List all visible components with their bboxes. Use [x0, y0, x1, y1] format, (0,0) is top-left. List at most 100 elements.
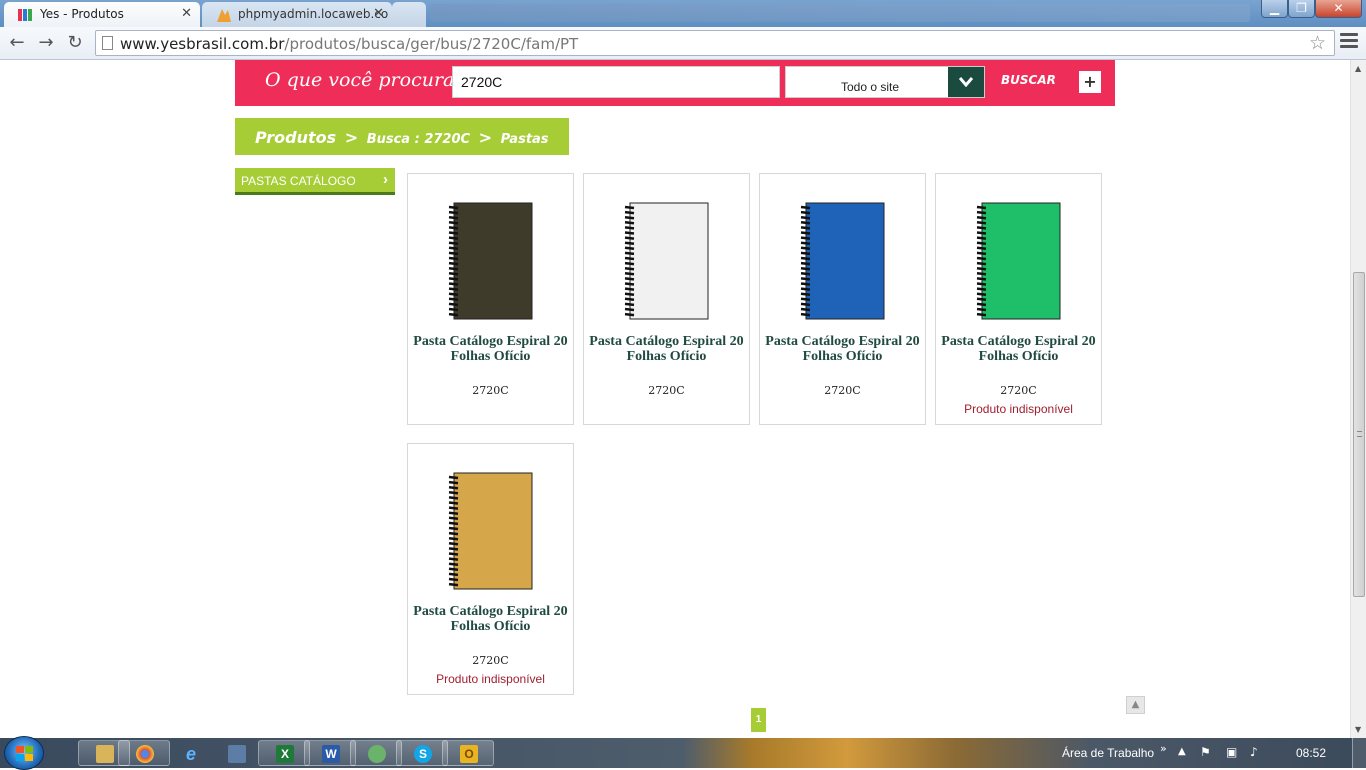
product-card[interactable]: Pasta Catálogo Espiral 20 Folhas Ofício … [935, 173, 1102, 425]
tab-phpmyadmin[interactable]: phpmyadmin.locaweb.co ✕ [202, 2, 392, 27]
spiral-ring [800, 210, 811, 215]
taskbar-ie-button[interactable]: e [164, 740, 216, 766]
address-bar[interactable]: www.yesbrasil.com.br/produtos/busca/ger/… [95, 30, 1335, 56]
product-name[interactable]: Pasta Catálogo Espiral 20 Folhas Ofício [412, 334, 569, 364]
chevron-double-right-icon[interactable]: » [1160, 742, 1167, 755]
url-text[interactable]: www.yesbrasil.com.br/produtos/busca/ger/… [120, 35, 578, 53]
sidebar-item-label: PASTAS CATÁLOGO [241, 174, 356, 188]
spiral-ring [800, 215, 811, 220]
back-arrow-icon[interactable]: ← [5, 31, 29, 55]
network-tray-icon[interactable]: ▣ [1226, 746, 1240, 759]
spiral-ring [800, 297, 811, 302]
show-hidden-icons-icon[interactable]: ▲ [1178, 746, 1186, 757]
spiral-ring [976, 251, 987, 256]
product-card[interactable]: Pasta Catálogo Espiral 20 Folhas Ofício … [583, 173, 750, 425]
product-image[interactable] [622, 201, 712, 321]
close-tab-icon[interactable]: ✕ [181, 6, 192, 21]
spiral-ring [624, 292, 635, 296]
breadcrumb-separator: > [344, 128, 359, 147]
taskbar-chrome-button[interactable] [118, 740, 170, 766]
breadcrumb-search[interactable]: Busca : 2720C [367, 132, 470, 147]
pagination-page-1[interactable]: 1 [751, 708, 766, 732]
spiral-ring [976, 292, 987, 296]
spiral-ring [448, 531, 459, 536]
plus-button[interactable]: + [1079, 71, 1101, 93]
spiral-ring [800, 272, 811, 276]
chevron-right-icon: › [383, 171, 388, 188]
spiral-ring [448, 236, 459, 240]
product-image[interactable] [974, 201, 1064, 321]
spiral-ring [976, 266, 987, 271]
bookmark-star-icon[interactable]: ☆ [1309, 32, 1326, 54]
product-card[interactable]: Pasta Catálogo Espiral 20 Folhas Ofício … [407, 443, 574, 695]
reload-icon[interactable]: ↻ [63, 31, 87, 55]
taskbar-skype-button[interactable]: S [396, 740, 448, 766]
scroll-down-arrow-icon[interactable]: ▼ [1355, 725, 1361, 734]
action-center-flag-icon[interactable]: ⚑ [1200, 746, 1214, 759]
spiral-ring [448, 302, 459, 307]
spiral-ring [448, 287, 459, 291]
spiral-ring [800, 231, 811, 235]
chrome-icon [136, 745, 154, 763]
spiral-ring [976, 277, 987, 281]
desktop-toolbar-label[interactable]: Área de Trabalho [1062, 746, 1154, 760]
taskbar-excel-button[interactable]: X [258, 740, 310, 766]
window-maximize-button[interactable]: ❐ [1288, 0, 1315, 18]
clock[interactable]: 08:52 [1296, 746, 1326, 760]
spiral-ring [976, 272, 987, 276]
product-card[interactable]: Pasta Catálogo Espiral 20 Folhas Ofício … [759, 173, 926, 425]
spiral-ring [448, 272, 459, 276]
sidebar-item-pastas-catalogo[interactable]: PASTAS CATÁLOGO › [235, 168, 395, 195]
taskbar-word-button[interactable]: W [304, 740, 356, 766]
chevron-down-icon[interactable] [948, 67, 984, 97]
spiral-ring [624, 272, 635, 276]
vertical-scrollbar[interactable]: ▲ ▼ [1350, 60, 1366, 738]
spiral-ring [624, 251, 635, 256]
spiral-ring [448, 256, 459, 261]
start-button[interactable] [4, 736, 44, 770]
taskbar-messenger-button[interactable] [350, 740, 402, 766]
volume-icon[interactable]: ♪ [1250, 746, 1264, 759]
product-card[interactable]: Pasta Catálogo Espiral 20 Folhas Ofício … [407, 173, 574, 425]
spiral-ring [448, 577, 459, 582]
spiral-ring [976, 231, 987, 235]
back-to-top-icon[interactable]: ▲ [1126, 696, 1145, 714]
product-status: Produto indisponível [964, 402, 1073, 416]
phpmyadmin-favicon-icon [217, 9, 231, 22]
taskbar-network-button[interactable] [210, 740, 262, 766]
browser-tab-strip: Yes - Produtos ✕ phpmyadmin.locaweb.co ✕… [0, 0, 1366, 27]
new-tab-button[interactable] [392, 2, 426, 27]
spiral-ring [800, 205, 811, 210]
search-button[interactable]: BUSCAR [1001, 73, 1056, 87]
tab-yes-produtos[interactable]: Yes - Produtos ✕ [4, 2, 200, 27]
scrollbar-thumb[interactable] [1353, 272, 1365, 597]
product-image[interactable] [446, 471, 536, 591]
spiral-ring [448, 526, 459, 531]
window-close-button[interactable]: ✕ [1315, 0, 1362, 18]
show-desktop-button[interactable] [1352, 738, 1366, 768]
folder-cover [453, 202, 533, 320]
taskbar-outlook-button[interactable]: O [442, 740, 494, 766]
spiral-ring [624, 241, 635, 245]
spiral-ring [448, 292, 459, 296]
breadcrumb-root[interactable]: Produtos [255, 128, 336, 147]
product-image[interactable] [798, 201, 888, 321]
search-input[interactable] [452, 66, 780, 98]
breadcrumb-category[interactable]: Pastas [501, 132, 549, 147]
spiral-ring [624, 215, 635, 220]
scroll-up-arrow-icon[interactable]: ▲ [1355, 64, 1361, 73]
windows-taskbar: e X W S O Área de Trabalho » ▲ ⚑ ▣ ♪ 08:… [0, 736, 1366, 770]
product-name[interactable]: Pasta Catálogo Espiral 20 Folhas Ofício [588, 334, 745, 364]
product-name[interactable]: Pasta Catálogo Espiral 20 Folhas Ofício [764, 334, 921, 364]
search-scope-select[interactable]: Todo o site [785, 66, 985, 98]
product-name[interactable]: Pasta Catálogo Espiral 20 Folhas Ofício [412, 604, 569, 634]
window-minimize-button[interactable]: ▁ [1261, 0, 1288, 18]
chrome-menu-icon[interactable] [1340, 33, 1358, 51]
close-tab-icon[interactable]: ✕ [373, 6, 384, 21]
spiral-ring [800, 307, 811, 312]
product-image[interactable] [446, 201, 536, 321]
folder-cover [629, 202, 709, 320]
product-name[interactable]: Pasta Catálogo Espiral 20 Folhas Ofício [940, 334, 1097, 364]
spiral-ring [624, 261, 635, 266]
forward-arrow-icon[interactable]: → [34, 31, 58, 55]
